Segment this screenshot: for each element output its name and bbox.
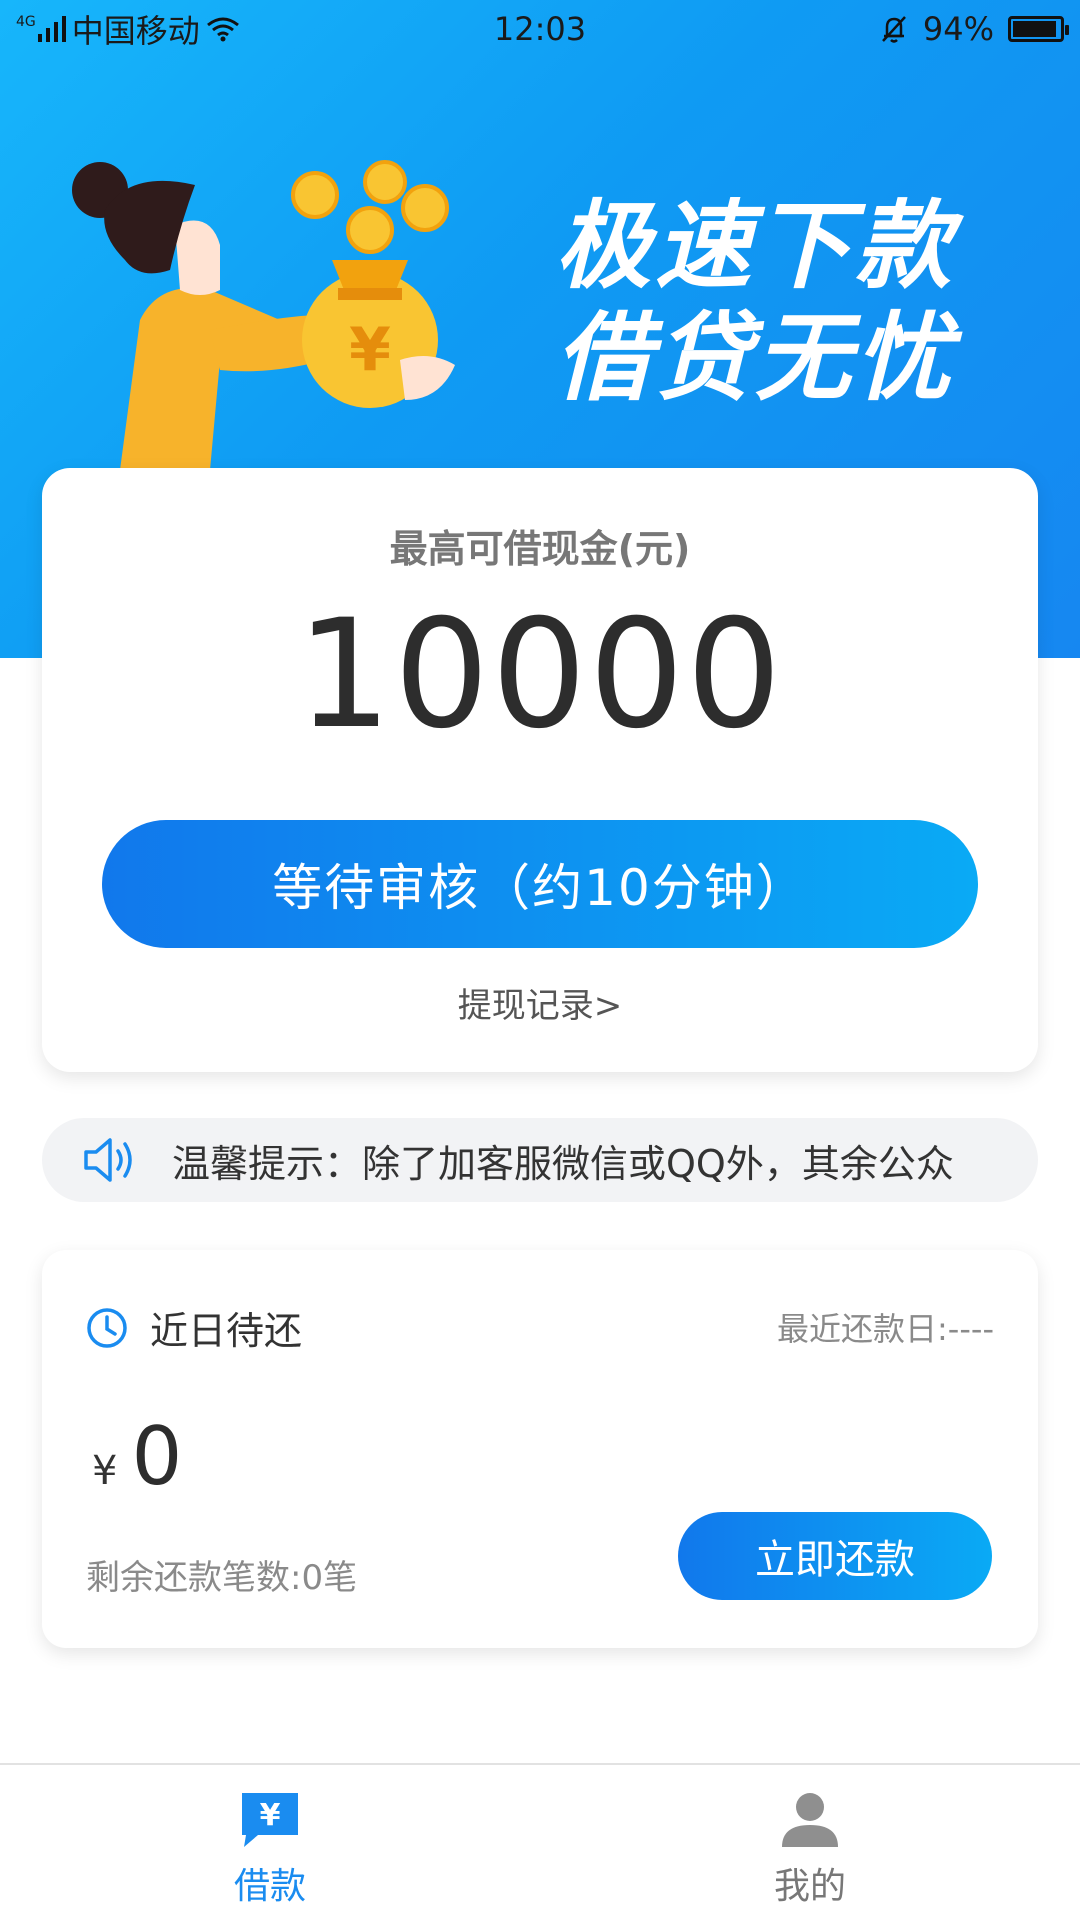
repay-title: 近日待还 <box>150 1309 303 1353</box>
battery-icon <box>1008 16 1069 42</box>
status-time: 12:03 <box>493 10 587 48</box>
user-icon <box>782 1793 838 1847</box>
mute-bell-icon <box>881 16 906 43</box>
loan-card-title: 最高可借现金(元) <box>389 527 691 571</box>
signal-icon <box>37 16 66 42</box>
clock-icon <box>87 1307 127 1348</box>
currency-symbol: ¥ <box>92 1448 118 1494</box>
status-bar: 4G 中国移动 12:03 94% <box>0 0 1080 58</box>
network-label: 4G <box>16 14 36 30</box>
speaker-icon <box>84 1138 132 1182</box>
repay-header: 近日待还 <box>86 1300 302 1355</box>
illustration-woman-money-bag: ¥ <box>72 160 455 470</box>
battery-percent: 94% <box>922 10 994 48</box>
tab-loan-label: 借款 <box>233 1866 306 1907</box>
repay-now-button[interactable]: 立即还款 <box>678 1512 992 1600</box>
banner-slogan: 极速下款 借贷无忧 <box>555 190 1015 414</box>
remaining-repay-count: 剩余还款笔数:0笔 <box>86 1558 358 1598</box>
slogan-line-1: 极速下款 <box>555 190 955 302</box>
tab-loan[interactable]: ¥ 借款 <box>0 1765 540 1920</box>
carrier-name: 中国移动 <box>71 12 200 50</box>
recent-repay-date: 最近还款日:---- <box>777 1310 994 1348</box>
repay-card: 近日待还 最近还款日:---- ¥ 0 剩余还款笔数:0笔 立即还款 <box>42 1250 1038 1648</box>
notice-bar: 温馨提示：除了加客服微信或QQ外，其余公众 <box>42 1118 1038 1202</box>
slogan-line-2: 借贷无忧 <box>555 302 955 414</box>
review-status-button[interactable]: 等待审核（约10分钟） <box>102 820 978 948</box>
svg-text:¥: ¥ <box>349 315 391 385</box>
status-left: 4G 中国移动 <box>16 6 396 52</box>
tab-mine-label: 我的 <box>773 1866 846 1907</box>
loan-amount: 10000 <box>296 588 784 762</box>
repay-amount: 0 <box>131 1410 183 1503</box>
loan-icon: ¥ <box>242 1793 298 1847</box>
bottom-tabbar: ¥ 借款 我的 <box>0 1763 1080 1920</box>
withdraw-record-link[interactable]: 提现记录> <box>42 978 1038 1027</box>
repay-amount-group: ¥ 0 <box>92 1410 182 1503</box>
wifi-icon <box>206 17 239 42</box>
battery-fill <box>1013 21 1057 37</box>
status-right: 94% <box>684 10 1069 48</box>
loan-card: 最高可借现金(元) 10000 等待审核（约10分钟） 提现记录> <box>42 468 1038 1072</box>
notice-text: 温馨提示：除了加客服微信或QQ外，其余公众 <box>172 1141 954 1186</box>
svg-text:¥: ¥ <box>260 1798 281 1833</box>
tab-mine[interactable]: 我的 <box>540 1765 1080 1920</box>
